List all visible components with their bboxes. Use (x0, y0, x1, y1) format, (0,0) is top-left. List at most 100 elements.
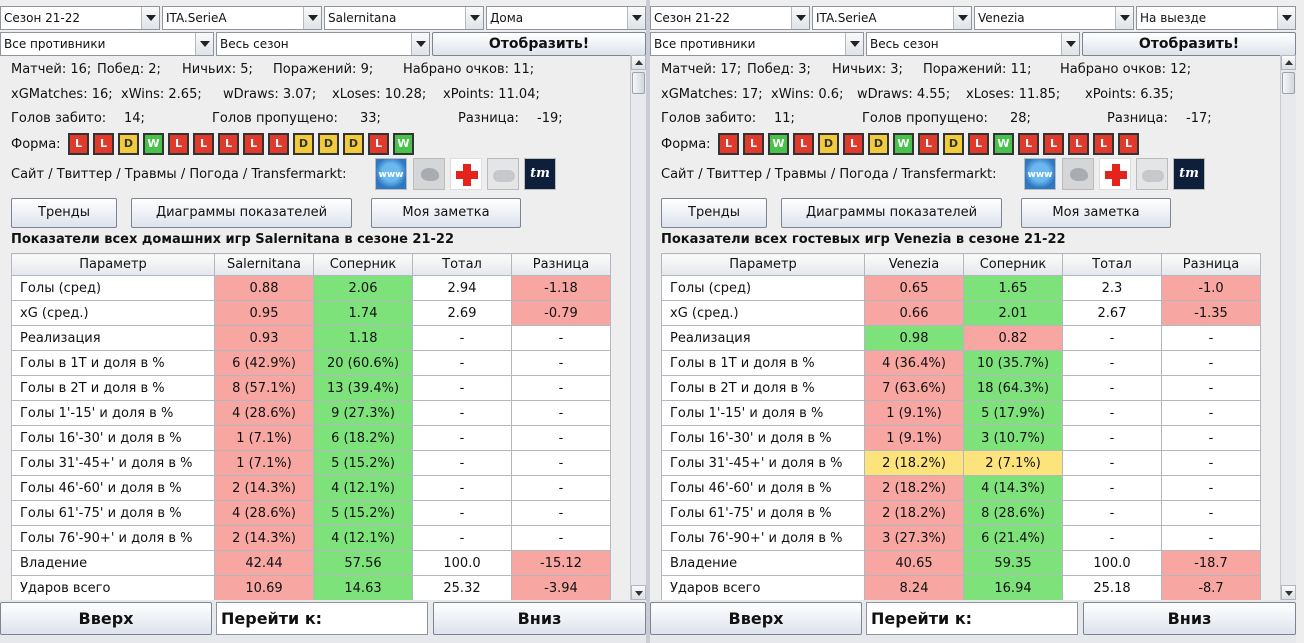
website-icon[interactable]: www (375, 158, 407, 190)
team-select[interactable]: Salernitana (324, 6, 484, 30)
table-row[interactable]: Голы 31'-45+' и доля в % 1 (7.1%) 5 (15.2%… (11, 450, 611, 476)
table-row[interactable]: Ударов всего 8.24 16.94 25.18 -8.7 (661, 575, 1261, 601)
value-cell: - (511, 475, 611, 501)
column-header[interactable]: Venezia (864, 253, 964, 276)
table-row[interactable]: Голы (сред) 0.88 2.06 2.94 -1.18 (11, 275, 611, 301)
table-row[interactable]: xG (сред.) 0.95 1.74 2.69 -0.79 (11, 300, 611, 326)
value-cell: - (412, 350, 512, 376)
transfermarkt-icon[interactable]: tm (1173, 158, 1205, 190)
season-select[interactable]: Сезон 21-22 (0, 6, 160, 30)
form-result-badge: L (718, 133, 739, 155)
scroll-bottom-button[interactable]: Вниз (433, 602, 646, 635)
weather-icon[interactable] (487, 158, 519, 190)
charts-button[interactable]: Диаграммы показателей (781, 198, 1002, 228)
scroll-down-icon[interactable] (631, 585, 646, 600)
table-row[interactable]: Реализация 0.93 1.18- - (11, 325, 611, 351)
trends-button[interactable]: Тренды (11, 198, 117, 228)
period-select[interactable]: Весь сезон (866, 32, 1080, 56)
table-row[interactable]: Голы 46'-60' и доля в % 2 (14.3%) 4 (12.1%… (11, 475, 611, 501)
chevron-down-icon[interactable] (791, 7, 809, 29)
league-select[interactable]: ITA.SerieA (162, 6, 322, 30)
table-row[interactable]: Владение 40.65 59.35 100.0 -18.7 (661, 550, 1261, 576)
show-button[interactable]: Отобразить! (1082, 32, 1296, 56)
column-header[interactable]: Разница (511, 253, 611, 276)
note-button[interactable]: Моя заметка (371, 198, 521, 228)
table-row[interactable]: Голы (сред) 0.65 1.65 2.3 -1.0 (661, 275, 1261, 301)
league-select[interactable]: ITA.SerieA (812, 6, 972, 30)
twitter-icon[interactable] (413, 158, 445, 190)
chevron-down-icon[interactable] (411, 33, 429, 55)
venue-select[interactable]: На выезде (1136, 6, 1296, 30)
column-header[interactable]: Тотал (1062, 253, 1162, 276)
opponents-select[interactable]: Все противники (0, 32, 214, 56)
column-header[interactable]: Тотал (412, 253, 512, 276)
chevron-down-icon[interactable] (141, 7, 159, 29)
injuries-icon[interactable] (450, 158, 482, 190)
chevron-down-icon[interactable] (1277, 7, 1295, 29)
goto-field[interactable]: Перейти к: (866, 602, 1078, 635)
table-row[interactable]: Голы 61'-75' и доля в % 2 (18.2%) 8 (28.6%… (661, 500, 1261, 526)
table-row[interactable]: Голы 31'-45+' и доля в % 2 (18.2%) 2 (7.1%… (661, 450, 1261, 476)
table-row[interactable]: Голы 1'-15' и доля в % 4 (28.6%) 9 (27.3%)… (11, 400, 611, 426)
scroll-top-button[interactable]: Вверх (650, 602, 862, 635)
table-row[interactable]: Голы 76'-90+' и доля в % 2 (14.3%) 4 (12.1… (11, 525, 611, 551)
vertical-scrollbar[interactable] (630, 55, 646, 600)
scroll-up-icon[interactable] (1281, 55, 1296, 70)
table-row[interactable]: Голы 1'-15' и доля в % 1 (9.1%) 5 (17.9%) -… (661, 400, 1261, 426)
scroll-thumb[interactable] (632, 72, 645, 94)
table-row[interactable]: Голы в 2Т и доля в % 7 (63.6%) 18 (64.3%) -… (661, 375, 1261, 401)
injuries-icon[interactable] (1099, 158, 1131, 190)
column-header[interactable]: Параметр (661, 253, 865, 276)
chevron-down-icon[interactable] (1115, 7, 1133, 29)
form-result-badge: W (893, 133, 914, 155)
table-row[interactable]: Голы в 1Т и доля в % 6 (42.9%) 20 (60.6%) -… (11, 350, 611, 376)
note-button[interactable]: Моя заметка (1021, 198, 1171, 228)
website-icon[interactable]: www (1024, 158, 1056, 190)
scroll-down-icon[interactable] (1281, 585, 1296, 600)
weather-icon[interactable] (1136, 158, 1168, 190)
table-row[interactable]: Голы 76'-90+' и доля в % 3 (27.3%) 6 (21.4… (661, 525, 1261, 551)
table-row[interactable]: Реализация 0.98 0.82- - (661, 325, 1261, 351)
table-row[interactable]: Голы 61'-75' и доля в % 4 (28.6%) 5 (15.2%… (11, 500, 611, 526)
column-header[interactable]: Соперник (963, 253, 1063, 276)
vertical-scrollbar[interactable] (1280, 55, 1296, 600)
table-row[interactable]: Голы 46'-60' и доля в % 2 (18.2%) 4 (14.3%… (661, 475, 1261, 501)
show-button[interactable]: Отобразить! (432, 32, 646, 56)
scroll-up-icon[interactable] (631, 55, 646, 70)
goto-field[interactable]: Перейти к: (216, 602, 428, 635)
table-row[interactable]: Голы в 2Т и доля в % 8 (57.1%) 13 (39.4%) -… (11, 375, 611, 401)
venue-select[interactable]: Дома (486, 6, 646, 30)
scroll-thumb[interactable] (1282, 72, 1295, 94)
chevron-down-icon[interactable] (195, 33, 213, 55)
table-row[interactable]: Голы 16'-30' и доля в % 1 (7.1%) 6 (18.2%)… (11, 425, 611, 451)
chevron-down-icon[interactable] (953, 7, 971, 29)
season-select[interactable]: Сезон 21-22 (650, 6, 810, 30)
table-row[interactable]: Голы 16'-30' и доля в % 1 (9.1%) 3 (10.7%)… (661, 425, 1261, 451)
twitter-icon[interactable] (1062, 158, 1094, 190)
column-header[interactable]: Разница (1161, 253, 1261, 276)
column-header[interactable]: Соперник (313, 253, 413, 276)
scroll-top-button[interactable]: Вверх (0, 602, 212, 635)
chevron-down-icon[interactable] (845, 33, 863, 55)
chevron-down-icon[interactable] (627, 7, 645, 29)
opponents-select[interactable]: Все противники (650, 32, 864, 56)
table-row[interactable]: Владение 42.44 57.56 100.0 -15.12 (11, 550, 611, 576)
trends-button[interactable]: Тренды (661, 198, 767, 228)
column-header[interactable]: Параметр (11, 253, 215, 276)
table-row[interactable]: Ударов всего 10.69 14.63 25.32 -3.94 (11, 575, 611, 601)
chevron-down-icon[interactable] (303, 7, 321, 29)
form-result-badge: L (243, 133, 264, 155)
team-select[interactable]: Venezia (974, 6, 1134, 30)
matches-count: Матчей: 17; (661, 62, 742, 77)
chevron-down-icon[interactable] (1061, 33, 1079, 55)
charts-button[interactable]: Диаграммы показателей (131, 198, 352, 228)
table-row[interactable]: xG (сред.) 0.66 2.01 2.67 -1.35 (661, 300, 1261, 326)
column-header[interactable]: Salernitana (214, 253, 314, 276)
period-select[interactable]: Весь сезон (216, 32, 430, 56)
table-row[interactable]: Голы в 1Т и доля в % 4 (36.4%) 10 (35.7%) -… (661, 350, 1261, 376)
parameter-cell: Голы 61'-75' и доля в % (661, 500, 865, 526)
scroll-bottom-button[interactable]: Вниз (1083, 602, 1296, 635)
chevron-down-icon[interactable] (465, 7, 483, 29)
venue-select-value: Дома (490, 11, 524, 25)
transfermarkt-icon[interactable]: tm (524, 158, 556, 190)
